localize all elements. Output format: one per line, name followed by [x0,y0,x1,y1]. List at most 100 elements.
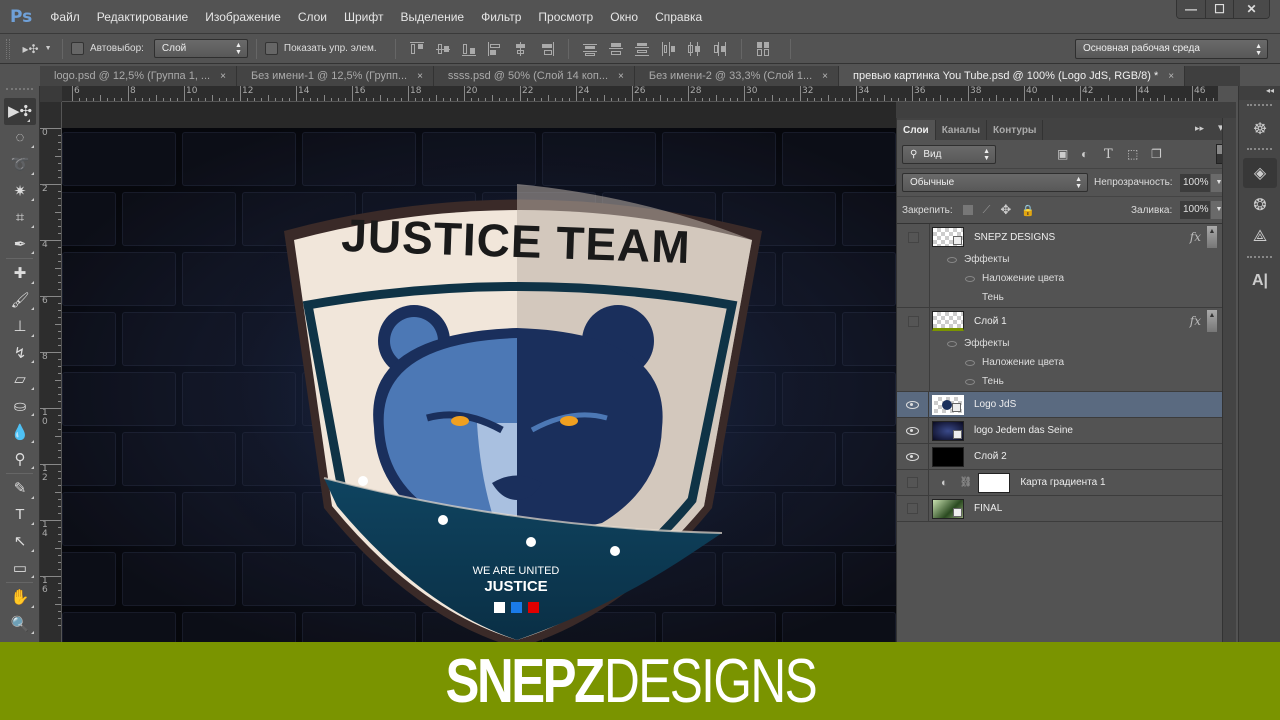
layer-final[interactable]: FINAL [897,496,1223,522]
filter-type-icon[interactable]: T [1104,147,1113,162]
distribute-bottom-icon[interactable] [633,42,651,56]
fill-input[interactable]: 100% [1180,201,1210,219]
layer-sloy-2[interactable]: Слой 2 [897,444,1223,470]
zoom-tool[interactable]: 🔍 [0,611,40,638]
clone-stamp-tool[interactable]: ⊥ [0,313,40,340]
align-hcenter-icon[interactable] [512,41,530,56]
paint-bucket-tool[interactable]: ⛀ [0,393,40,420]
tab-layers[interactable]: Слои [897,120,936,140]
close-tab-icon[interactable]: × [1168,71,1174,82]
opacity-input[interactable]: 100% [1180,173,1210,192]
dock-grip[interactable] [1247,148,1272,154]
hand-tool[interactable]: ✋ [0,584,40,611]
lock-all-icon[interactable]: 🔒 [1021,204,1035,217]
filter-adjustment-icon[interactable]: ◐ [1081,147,1088,161]
options-grip[interactable] [6,38,10,59]
brush-tool[interactable]: 🖌 [0,287,40,314]
minimize-button[interactable]: — [1177,0,1205,18]
channels-icon[interactable]: ❂ [1243,190,1277,220]
blend-mode-dropdown[interactable]: Обычные ▲ ▼ [902,173,1088,192]
dock-grip[interactable] [1247,104,1272,110]
collapse-icon[interactable]: ▸▸ [1195,123,1204,134]
move-tool-preset-icon[interactable]: ▸✣ ▼ [20,42,54,56]
eye-icon-hidden[interactable] [965,295,975,301]
tab-channels[interactable]: Каналы [936,120,987,140]
layer-logo-jedem-das-seine[interactable]: logo Jedem das Seine [897,418,1223,444]
lock-position-icon[interactable]: ✥ [1000,202,1011,218]
blur-tool[interactable]: 💧 [0,419,40,446]
eye-icon[interactable] [965,275,975,282]
rectangle-tool[interactable]: ▭ [0,555,40,582]
workspace-dropdown[interactable]: Основная рабочая среда ▲ ▼ [1075,38,1268,59]
history-brush-tool[interactable]: ↯ [0,340,40,367]
eraser-tool[interactable]: ▱ [0,366,40,393]
document-canvas[interactable]: JUSTICE TEAM WE ARE UNITED JUSTICE [62,102,896,642]
toolbar-grip[interactable] [6,88,33,96]
align-right-icon[interactable] [538,41,556,56]
horizontal-ruler[interactable]: 6 8 10 12 14 16 18 20 22 24 26 28 30 32 34 36 38 40 42 44 46 [62,86,1218,102]
align-bottom-icon[interactable] [460,42,478,56]
distribute-hcenter-icon[interactable] [685,41,703,56]
fx-icon[interactable]: fx [1190,230,1201,244]
eye-icon[interactable] [906,400,919,409]
collapse-effects-icon[interactable]: ▲ [1207,226,1217,248]
filter-shape-icon[interactable]: ⬚ [1127,147,1138,161]
close-tab-icon[interactable]: × [618,71,624,82]
lock-transparent-icon[interactable] [962,205,973,215]
distribute-top-icon[interactable] [581,42,599,56]
filter-smart-object-icon[interactable]: ❐ [1151,147,1162,161]
eye-icon[interactable] [906,426,919,435]
link-icon[interactable]: ⛓ [960,477,973,488]
menu-help[interactable]: Справка [655,10,702,24]
move-tool[interactable]: ▶✣ [4,98,36,125]
tab-untitled-1[interactable]: Без имени-1 @ 12,5% (Групп... × [236,66,434,86]
tab-paths[interactable]: Контуры [987,120,1044,140]
close-tab-icon[interactable]: × [822,71,828,82]
collapse-effects-icon[interactable]: ▲ [1207,310,1217,332]
menu-image[interactable]: Изображение [205,10,281,24]
align-top-icon[interactable] [408,41,426,56]
eye-icon[interactable] [947,256,957,263]
visibility-toggle[interactable] [907,315,919,327]
menu-filter[interactable]: Фильтр [481,10,521,24]
close-tab-icon[interactable]: × [417,71,423,82]
layer-filter-dropdown[interactable]: ⚲ Вид ▲ ▼ [902,144,996,164]
visibility-toggle[interactable] [907,477,918,488]
close-tab-icon[interactable]: × [220,71,226,82]
marquee-tool[interactable]: ◌ [0,125,40,152]
vertical-ruler[interactable]: 0 2 4 6 8 10 12 14 16 [40,102,62,642]
menu-view[interactable]: Просмотр [538,10,593,24]
navigator-icon[interactable]: ☸ [1243,114,1277,144]
eye-icon[interactable] [965,359,975,366]
dock-grip[interactable] [1247,256,1272,262]
path-selection-tool[interactable]: ↖ [0,528,40,555]
ruler-origin[interactable] [40,86,62,102]
menu-layer[interactable]: Слои [298,10,327,24]
type-tool[interactable]: T [0,502,40,529]
eye-icon[interactable] [906,452,919,461]
lasso-tool[interactable]: ➰ [0,151,40,178]
menu-window[interactable]: Окно [610,10,638,24]
menu-select[interactable]: Выделение [400,10,464,24]
character-icon[interactable]: A| [1243,266,1277,296]
align-vcenter-icon[interactable] [434,42,452,56]
align-left-icon[interactable] [486,41,504,56]
paths-icon[interactable]: ⟁ [1243,222,1277,252]
layers-scrollbar[interactable] [1222,118,1236,642]
fx-icon[interactable]: fx [1190,314,1201,328]
distribute-vcenter-icon[interactable] [607,42,625,56]
tab-logo-psd[interactable]: logo.psd @ 12,5% (Группа 1, ... × [40,66,237,86]
menu-file[interactable]: Файл [50,10,80,24]
layer-snepz-designs[interactable]: SNEPZ DESIGNS fx ▲ Эффекты Наложение цве… [897,224,1223,308]
magic-wand-tool[interactable]: ✷ [0,178,40,205]
maximize-button[interactable]: ☐ [1205,0,1233,18]
tab-ssss-psd[interactable]: ssss.psd @ 50% (Слой 14 коп... × [433,66,635,86]
distribute-left-icon[interactable] [659,41,677,56]
autoselect-dropdown[interactable]: Слой ▲ ▼ [153,39,248,58]
close-button[interactable]: ✕ [1233,0,1269,18]
show-transform-checkbox[interactable] [264,42,278,55]
healing-brush-tool[interactable]: ✚ [0,260,40,287]
lock-pixels-icon[interactable]: ⟋ [983,204,991,217]
crop-tool[interactable]: ⌗ [0,204,40,231]
dock-collapse-icon[interactable]: ◂◂ [1239,86,1280,100]
